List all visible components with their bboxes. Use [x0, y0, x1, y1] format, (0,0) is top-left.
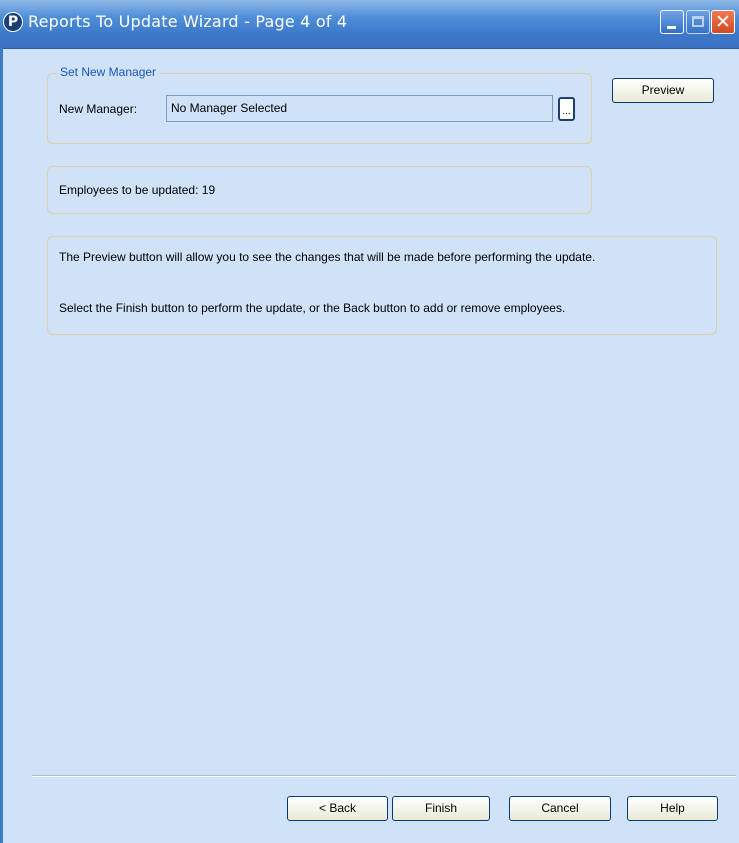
group-legend: Set New Manager — [58, 65, 159, 79]
maximize-icon — [692, 16, 704, 27]
instructions-finish-text: Select the Finish button to perform the … — [59, 301, 566, 315]
minimize-icon — [667, 26, 676, 29]
close-button[interactable]: ✕ — [711, 10, 735, 34]
minimize-button[interactable] — [660, 10, 684, 34]
employees-count-text: Employees to be updated: 19 — [59, 183, 216, 197]
app-logo-icon: P — [3, 12, 23, 32]
new-manager-field[interactable]: No Manager Selected — [166, 95, 553, 122]
new-manager-label: New Manager: — [59, 102, 138, 116]
instructions-preview-text: The Preview button will allow you to see… — [59, 250, 596, 264]
wizard-window: P Reports To Update Wizard - Page 4 of 4… — [0, 0, 739, 843]
preview-button[interactable]: Preview — [612, 78, 714, 103]
window-border — [0, 48, 3, 843]
window-title: Reports To Update Wizard - Page 4 of 4 — [28, 12, 348, 31]
help-button[interactable]: Help — [627, 796, 718, 821]
maximize-button[interactable] — [686, 10, 710, 34]
title-bar[interactable]: P Reports To Update Wizard - Page 4 of 4… — [0, 0, 739, 49]
back-button[interactable]: < Back — [287, 796, 388, 821]
footer-separator — [32, 775, 736, 777]
close-icon: ✕ — [715, 11, 731, 33]
browse-manager-button[interactable]: ... — [558, 97, 575, 121]
cancel-button[interactable]: Cancel — [509, 796, 611, 821]
finish-button[interactable]: Finish — [392, 796, 490, 821]
